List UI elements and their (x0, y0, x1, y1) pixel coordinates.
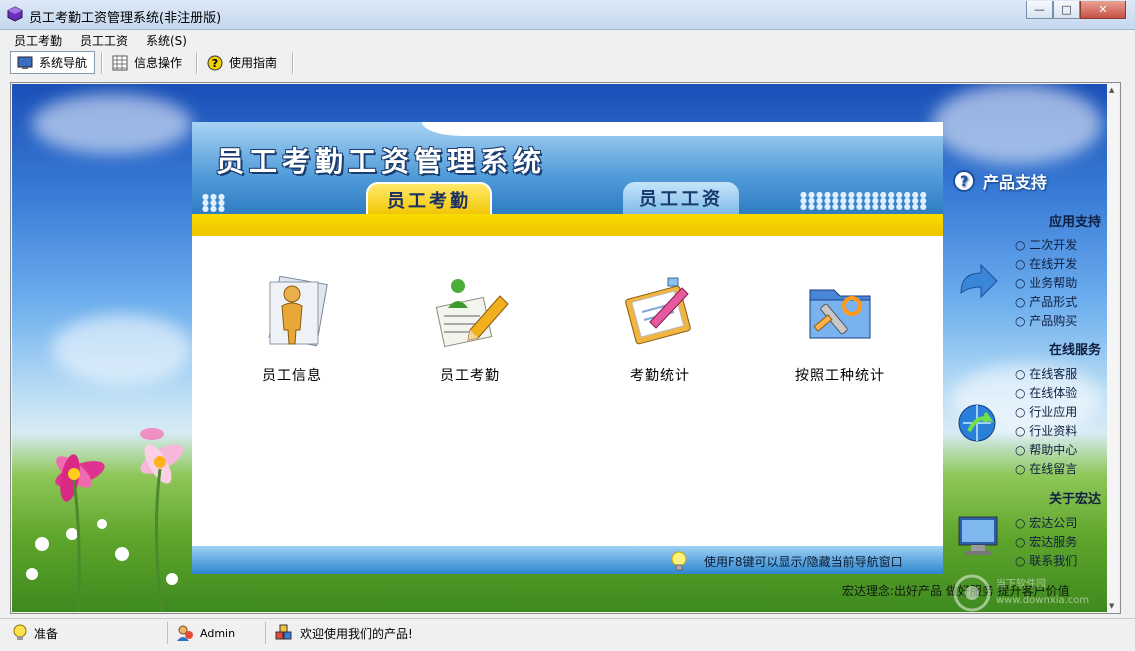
close-icon: ✕ (1098, 3, 1108, 16)
link-online-trial[interactable]: ○ 在线体验 (1015, 384, 1077, 401)
help-icon: ? (207, 55, 223, 70)
watermark-text: 当下软件园 www.downxia.com (996, 579, 1090, 606)
minimize-button[interactable]: — (1026, 1, 1053, 19)
link-help-center[interactable]: ○ 帮助中心 (1015, 441, 1077, 458)
help-circle-icon: ? (953, 170, 975, 192)
link-service[interactable]: ○ 宏达服务 (1015, 533, 1077, 550)
employee-info-item[interactable]: 员工信息 (212, 272, 372, 385)
link-product-form[interactable]: ○ 产品形式 (1015, 293, 1077, 310)
link-online-development[interactable]: ○ 在线开发 (1015, 255, 1077, 272)
menu-attendance[interactable]: 员工考勤 (14, 32, 62, 49)
nav-button[interactable]: 系统导航 (10, 51, 95, 74)
function-grid: 员工信息 员工考勤 考勤统计 按照工种统计 (192, 272, 943, 452)
menu-system[interactable]: 系统(S) (146, 32, 187, 49)
computer-icon (958, 516, 998, 555)
user-icon (177, 625, 193, 641)
vertical-scrollbar[interactable]: ▲ ▼ (1107, 84, 1118, 612)
arrow-icon (960, 263, 998, 299)
scroll-down-icon[interactable]: ▼ (1109, 602, 1114, 610)
tab-attendance[interactable]: 员工考勤 (366, 182, 492, 216)
status-user-panel: Admin (170, 622, 266, 644)
product-support-sidebar: ? 产品支持 应用支持 ○ 二次开发 ○ 在线开发 ○ 业务帮助 ○ 产品形式 … (949, 169, 1107, 599)
link-online-message[interactable]: ○ 在线留言 (1015, 460, 1077, 477)
window-title: 员工考勤工资管理系统(非注册版) (29, 11, 222, 26)
link-contact-us[interactable]: ○ 联系我们 (1015, 552, 1077, 569)
tab-salary[interactable]: 员工工资 (623, 182, 739, 214)
footer-tip-text: 使用F8键可以显示/隐藏当前导航窗口 (704, 554, 903, 569)
monitor-icon (17, 56, 33, 69)
product-support-title: 产品支持 (983, 173, 1048, 192)
employee-attendance-label: 员工考勤 (440, 368, 500, 384)
folder-wrench-icon (809, 289, 871, 339)
employee-info-icon (268, 275, 328, 347)
cubes-icon (275, 624, 292, 640)
clipboard-icon (625, 277, 691, 345)
lightbulb-icon (671, 551, 687, 571)
job-type-stats-item[interactable]: 按照工种统计 (760, 272, 920, 385)
status-ready: 准备 (34, 626, 59, 641)
navigation-panel: 员工考勤工资管理系统 ●●● ●●● ●●● ●●●●●●●●●●●●●●●● ●●●… (192, 122, 943, 574)
grid-icon (112, 55, 128, 70)
maximize-button[interactable]: □ (1053, 1, 1080, 19)
link-product-purchase[interactable]: ○ 产品购买 (1015, 312, 1077, 329)
attendance-stats-label: 考勤统计 (630, 368, 690, 384)
link-company[interactable]: ○ 宏达公司 (1015, 514, 1077, 531)
section-title-app-support: 应用支持 (1048, 215, 1101, 230)
guide-button[interactable]: ? 使用指南 (201, 51, 291, 74)
dots-decoration-left: ●●● ●●● ●●● (202, 192, 226, 213)
maximize-icon: □ (1061, 3, 1072, 16)
status-bar: 准备 Admin 欢迎使用我们的产品! (0, 618, 1135, 651)
menu-salary[interactable]: 员工工资 (80, 32, 128, 49)
globe-icon (958, 404, 996, 442)
svg-text:?: ? (212, 57, 218, 70)
section-title-online-service: 在线服务 (1048, 343, 1101, 358)
close-button[interactable]: ✕ (1080, 1, 1126, 19)
link-business-help[interactable]: ○ 业务帮助 (1015, 274, 1077, 291)
info-button-label: 信息操作 (134, 56, 183, 70)
tab-underline-bar (192, 214, 943, 236)
link-secondary-development[interactable]: ○ 二次开发 (1015, 236, 1077, 253)
panel-footer: 使用F8键可以显示/隐藏当前导航窗口 (192, 546, 943, 574)
link-online-support[interactable]: ○ 在线客服 (1015, 365, 1077, 382)
employee-info-label: 员工信息 (262, 368, 322, 384)
link-industry-application[interactable]: ○ 行业应用 (1015, 403, 1077, 420)
watermark: 当下软件园 www.downxia.com (952, 569, 1102, 612)
lightbulb-status-icon (13, 624, 27, 640)
status-ready-panel: 准备 (6, 622, 168, 644)
desktop-background: 员工考勤工资管理系统 ●●● ●●● ●●● ●●●●●●●●●●●●●●●● ●●●… (12, 84, 1107, 612)
section-title-about: 关于宏达 (1048, 492, 1101, 507)
status-welcome: 欢迎使用我们的产品! (300, 626, 413, 641)
link-industry-materials[interactable]: ○ 行业资料 (1015, 422, 1077, 439)
info-button[interactable]: 信息操作 (106, 51, 196, 74)
employee-attendance-item[interactable]: 员工考勤 (390, 272, 550, 385)
status-user: Admin (200, 626, 236, 640)
attendance-pencil-icon (435, 279, 509, 348)
attendance-stats-item[interactable]: 考勤统计 (580, 272, 740, 385)
panel-title: 员工考勤工资管理系统 (216, 145, 547, 178)
scroll-up-icon[interactable]: ▲ (1109, 86, 1114, 94)
flower-decoration (26, 428, 184, 612)
title-bar: 员工考勤工资管理系统(非注册版) — □ ✕ (0, 0, 1135, 30)
product-support-heading: ? 产品支持 (953, 169, 1047, 193)
nav-button-label: 系统导航 (39, 56, 88, 70)
app-cube-icon (7, 6, 23, 22)
toolbar: 系统导航 信息操作 ? 使用指南 (0, 48, 1135, 78)
dots-decoration-right: ●●●●●●●●●●●●●●●● ●●●●●●●●●●●●●●●● ●●●●●●●●… (800, 190, 928, 211)
job-type-stats-label: 按照工种统计 (795, 368, 885, 384)
minimize-icon: — (1034, 3, 1045, 16)
menu-bar: 员工考勤 员工工资 系统(S) (0, 30, 1135, 48)
panel-banner: 员工考勤工资管理系统 ●●● ●●● ●●● ●●●●●●●●●●●●●●●● ●●●… (192, 122, 943, 216)
svg-text:?: ? (960, 174, 968, 190)
guide-button-label: 使用指南 (229, 56, 278, 70)
watermark-logo-icon (953, 574, 991, 612)
status-welcome-panel: 欢迎使用我们的产品! (268, 622, 568, 644)
